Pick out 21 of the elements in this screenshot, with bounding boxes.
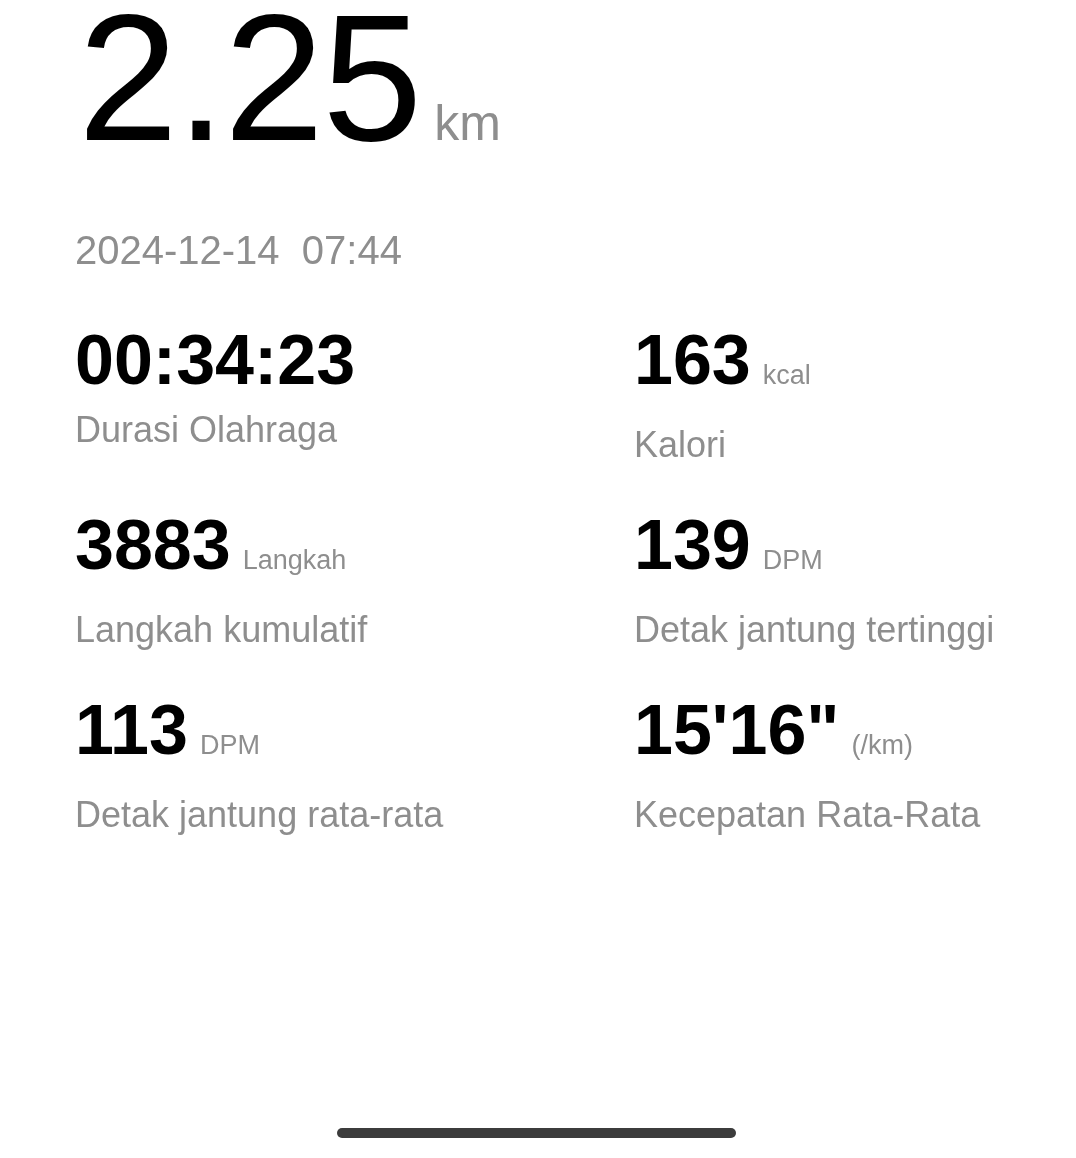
stat-label: Kecepatan Rata-Rata xyxy=(634,793,982,837)
workout-datetime: 2024-12-14 07:44 xyxy=(74,227,403,274)
stat-unit: (/km) xyxy=(851,729,914,762)
stat-value: 163 xyxy=(634,320,751,400)
distance-value: 2.25 xyxy=(78,0,421,168)
home-indicator[interactable] xyxy=(337,1128,736,1138)
stat-label: Detak jantung rata-rata xyxy=(75,793,445,837)
stat-label: Durasi Olahraga xyxy=(75,408,339,452)
stat-unit: DPM xyxy=(762,544,823,577)
distance-unit: km xyxy=(434,94,501,153)
stat-label: Langkah kumulatif xyxy=(75,608,369,652)
stat-unit: Langkah xyxy=(242,544,347,577)
stat-value: 00:34:23 xyxy=(75,320,356,400)
stat-label: Kalori xyxy=(634,423,728,467)
stat-value: 139 xyxy=(634,505,751,585)
stat-value: 113 xyxy=(75,690,188,770)
stat-value: 3883 xyxy=(75,505,231,585)
stat-label: Detak jantung tertinggi xyxy=(634,608,996,652)
stat-value: 15'16" xyxy=(634,690,840,770)
stat-unit: DPM xyxy=(199,729,260,762)
stat-unit: kcal xyxy=(762,359,811,392)
